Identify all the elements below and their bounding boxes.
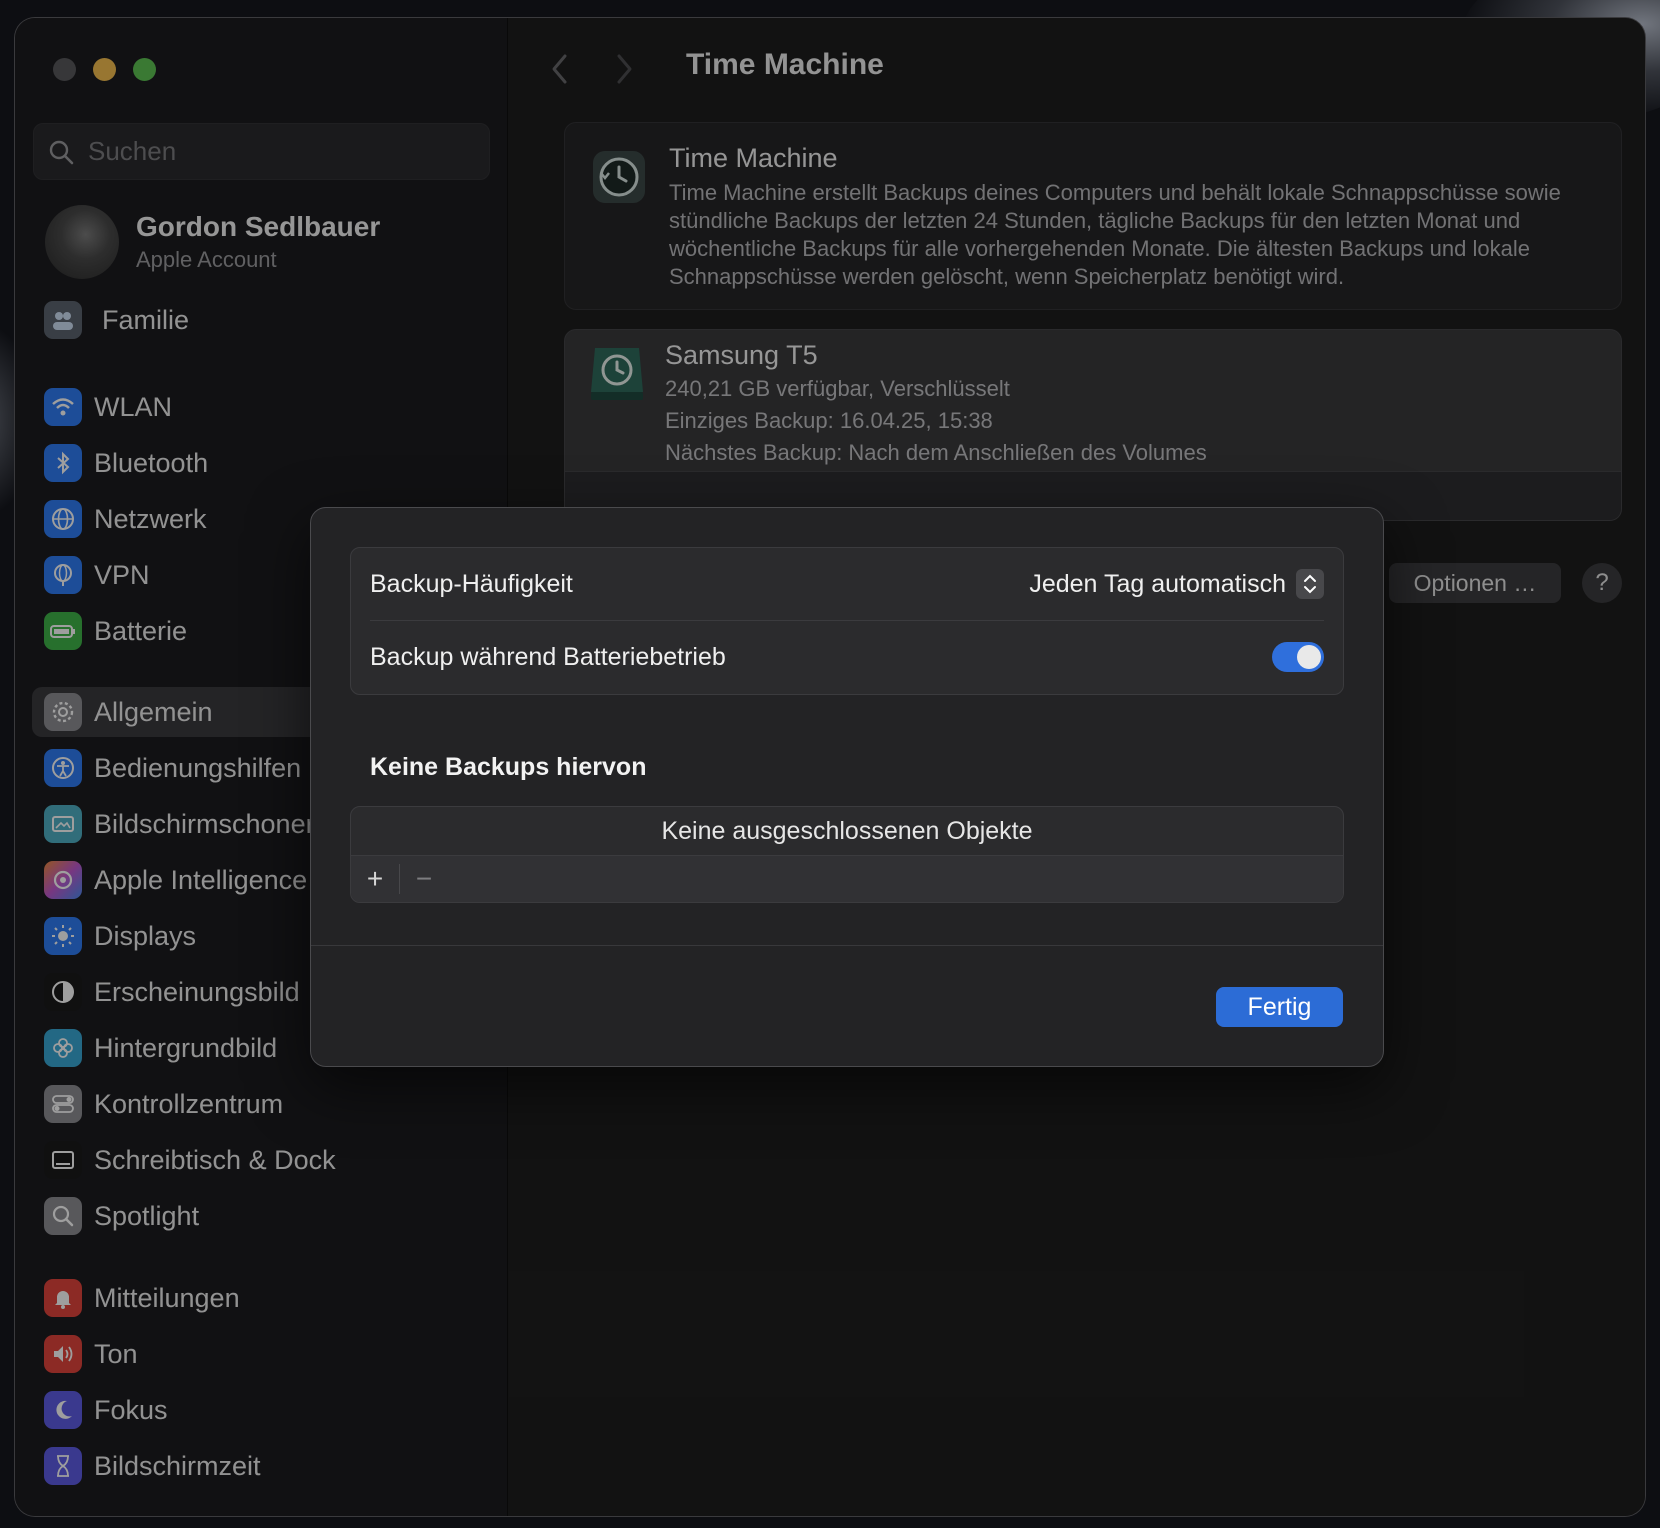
- options-sheet: Backup-Häufigkeit Jeden Tag automatisch …: [310, 507, 1384, 1067]
- done-button[interactable]: Fertig: [1216, 987, 1343, 1027]
- remove-exclusion-button[interactable]: −: [400, 856, 448, 902]
- settings-window: Gordon Sedlbauer Apple Account Familie W…: [15, 18, 1645, 1516]
- up-down-chevron-icon: [1296, 569, 1324, 599]
- exclusions-title: Keine Backups hiervon: [370, 753, 647, 781]
- exclusions-toolbar: + −: [351, 855, 1343, 902]
- frequency-label: Backup-Häufigkeit: [370, 569, 573, 598]
- battery-backup-toggle[interactable]: [1272, 642, 1324, 672]
- exclusions-empty-text: Keine ausgeschlossenen Objekte: [661, 816, 1033, 845]
- sheet-divider: [311, 945, 1383, 946]
- add-exclusion-button[interactable]: +: [351, 856, 399, 902]
- battery-row: Backup während Batteriebetrieb: [370, 621, 1324, 693]
- frequency-select[interactable]: Jeden Tag automatisch: [1029, 569, 1324, 599]
- exclusions-list: Keine ausgeschlossenen Objekte + −: [350, 806, 1344, 903]
- backup-settings-group: Backup-Häufigkeit Jeden Tag automatisch …: [350, 547, 1344, 695]
- frequency-row: Backup-Häufigkeit Jeden Tag automatisch: [370, 548, 1324, 621]
- frequency-value: Jeden Tag automatisch: [1029, 569, 1286, 598]
- battery-label: Backup während Batteriebetrieb: [370, 642, 726, 671]
- toggle-knob: [1297, 645, 1321, 669]
